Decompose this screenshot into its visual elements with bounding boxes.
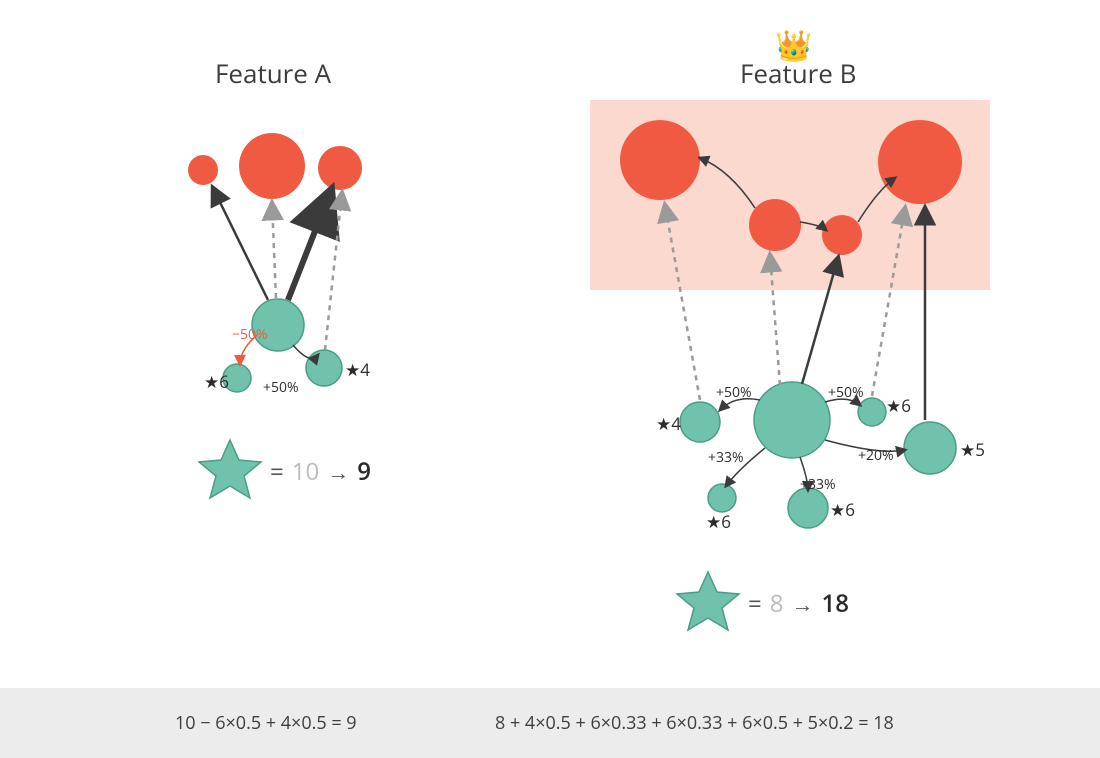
label-b-tl: ★4 <box>656 412 681 435</box>
node-a-top2 <box>239 133 305 199</box>
calc-b: 8 + 4×0.5 + 6×0.33 + 6×0.33 + 6×0.5 + 5×… <box>495 711 894 735</box>
score-a-old: 10 <box>292 455 319 488</box>
arrow-a-icon: → <box>327 457 349 487</box>
node-b-child-br <box>788 488 828 528</box>
footer-bar: 10 − 6×0.5 + 4×0.5 = 9 8 + 4×0.5 + 6×0.3… <box>0 688 1100 758</box>
label-a-pos: +50% <box>263 378 299 397</box>
node-b-child-tl <box>680 402 720 442</box>
node-a-child-right <box>306 350 342 386</box>
score-b-old: 8 <box>770 587 784 620</box>
label-b-pct-r: +20% <box>858 446 894 465</box>
star-icon-b <box>677 572 739 630</box>
score-line-b: = 8 → 18 <box>748 587 849 620</box>
edge-a-right-to-top3 <box>325 193 342 350</box>
label-a-neg: −50% <box>232 325 268 344</box>
node-b-child-bl <box>708 484 736 512</box>
label-b-pct-bl: +33% <box>708 448 744 467</box>
edge-a-to-right-child <box>293 345 318 358</box>
calc-a: 10 − 6×0.5 + 4×0.5 = 9 <box>175 711 357 735</box>
label-b-pct-br: +33% <box>800 475 836 494</box>
label-b-r: ★5 <box>960 438 985 461</box>
node-b-center <box>754 382 830 458</box>
edge-a-to-top3-thick <box>288 193 330 300</box>
node-a-top3 <box>318 146 362 190</box>
label-a-star-right: ★4 <box>345 358 370 381</box>
node-a-top1 <box>188 155 218 185</box>
crown-icon: 👑 <box>775 24 812 65</box>
arrow-b-icon: → <box>791 589 813 619</box>
highlight-box <box>590 100 990 290</box>
label-b-br: ★6 <box>830 498 855 521</box>
label-b-bl: ★6 <box>706 510 731 533</box>
label-b-pct-tr: +50% <box>828 383 864 402</box>
node-b-child-r <box>904 422 956 474</box>
equals-b: = <box>748 587 762 620</box>
node-b-child-tr <box>858 398 886 426</box>
score-line-a: = 10 → 9 <box>270 455 371 488</box>
equals-a: = <box>270 455 284 488</box>
score-a-new: 9 <box>357 455 371 488</box>
label-b-tr: ★6 <box>886 394 911 417</box>
title-feature-a: Feature A <box>215 55 331 91</box>
score-b-new: 18 <box>821 587 848 620</box>
edge-a-to-top1 <box>213 188 268 300</box>
label-b-pct-tl: +50% <box>716 383 752 402</box>
edge-a-to-top2 <box>272 203 276 298</box>
label-a-star-left: ★6 <box>204 370 229 393</box>
diagram-stage: Feature A Feature B 👑 <box>0 0 1100 758</box>
star-icon-a <box>199 440 261 498</box>
